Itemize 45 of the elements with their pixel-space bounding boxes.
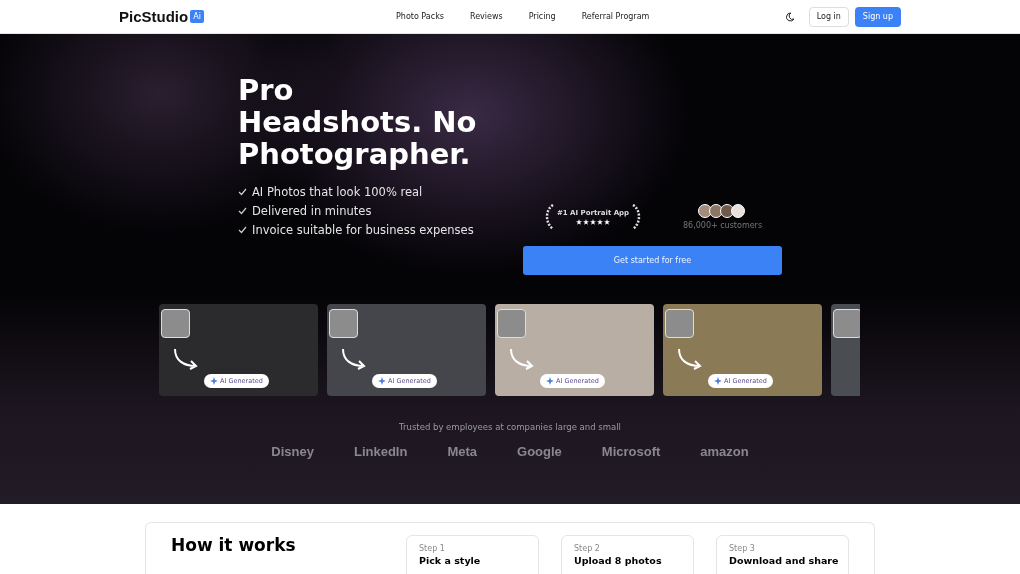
avatar-placeholder [329,309,358,338]
check-icon [238,206,247,215]
curved-arrow-icon [341,348,367,370]
how-title: How it works [171,535,297,557]
step-label: Step 3 [729,543,756,554]
nav-link[interactable]: Referral Program [581,12,650,21]
avatar-icon [719,204,734,218]
curved-arrow-icon [509,348,535,370]
nav-link[interactable]: Photo Packs [396,12,444,21]
company-logo: Disney [271,444,314,459]
avatar-placeholder [497,309,526,338]
avatar-icon [730,204,745,218]
customers-count: 86,000+ customers [683,221,763,230]
trusted-caption: Trusted by employees at companies large and small [398,422,622,432]
avatar-placeholder [833,309,860,338]
nav-link[interactable]: Reviews [469,12,503,21]
feature-text: AI Photos that look 100% real [252,184,423,199]
step-title: Pick a style [419,554,482,568]
step-title: Upload 8 photos [574,554,663,568]
company-logo: Google [517,444,562,459]
avatar-icon [708,204,723,218]
login-button[interactable]: Log in [808,6,849,27]
moon-icon[interactable] [784,11,795,22]
nav-link[interactable]: Pricing [528,12,556,21]
step-label: Step 2 [574,543,601,554]
company-logo: Meta [447,444,477,459]
signup-button[interactable]: Sign up [854,6,901,27]
check-icon [238,225,247,234]
avatar-icon [697,204,712,218]
curved-arrow-icon [173,348,199,370]
step-label: Step 1 [419,543,446,554]
check-icon [238,187,247,196]
avatar-placeholder [161,309,190,338]
step-title: Download and share [729,554,840,568]
company-logo: LinkedIn [353,444,408,459]
hero-title: Pro Headshots. No Photographer. [238,74,478,170]
logo-badge: Ai [190,10,204,23]
avatar-placeholder [665,309,694,338]
feature-text: Delivered in minutes [252,203,372,218]
company-logo: amazon [700,444,749,459]
get-started-button[interactable]: Get started for free [523,246,782,275]
feature-text: Invoice suitable for business expenses [252,222,474,237]
curved-arrow-icon [677,348,703,370]
logo-text[interactable]: PicStudio [119,8,189,25]
company-logo: Microsoft [601,444,661,459]
